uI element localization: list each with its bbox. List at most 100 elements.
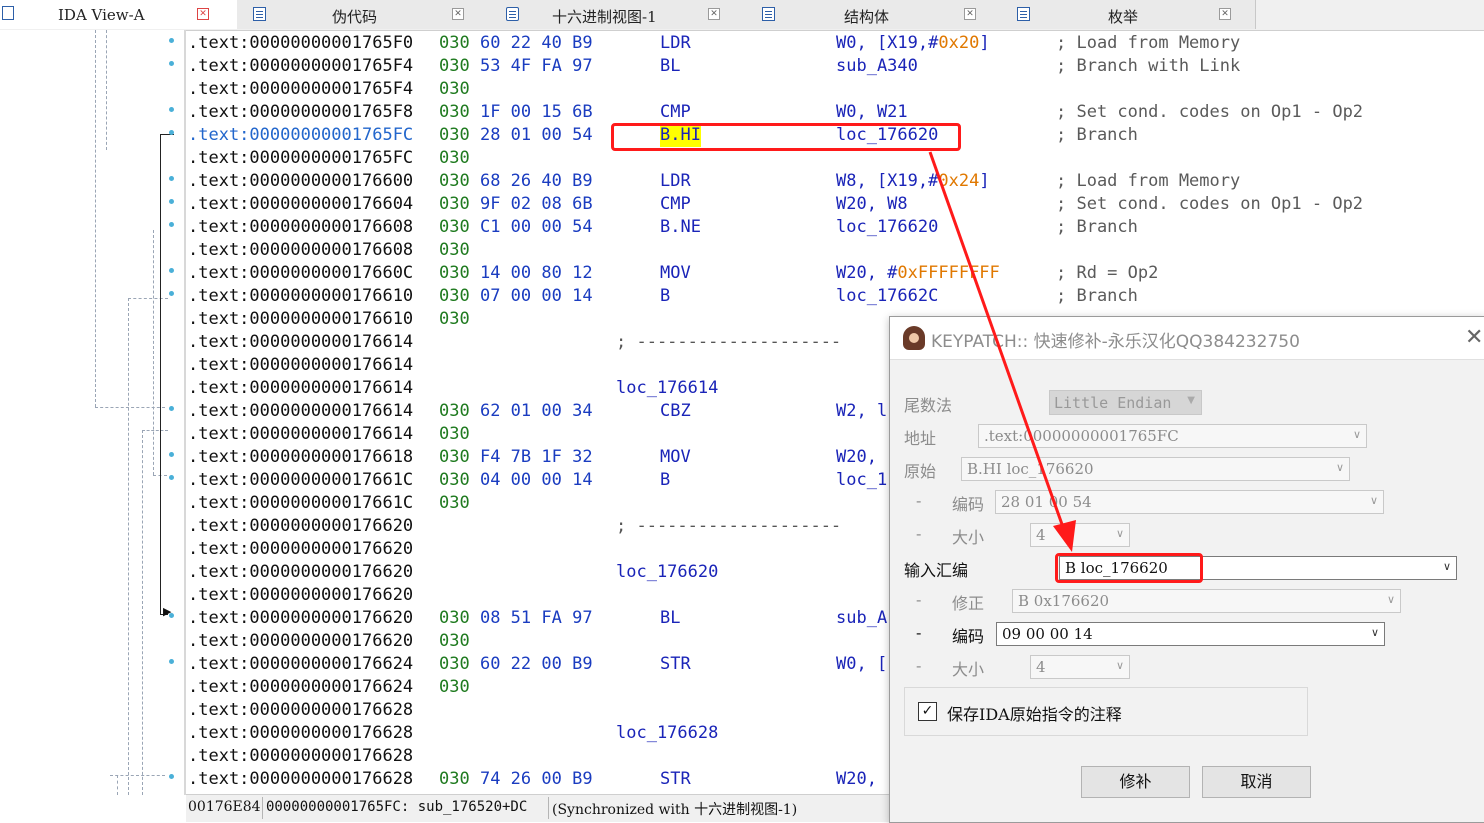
mnemonic: B.NE — [660, 217, 701, 237]
tab-pseudocode[interactable]: 伪代码 ✕ — [237, 0, 491, 29]
tab-ida-view-a[interactable]: IDA View-A ✕ — [0, 0, 238, 29]
dialog-titlebar[interactable]: KEYPATCH:: 快速修补-永乐汉化QQ384232750 ✕ — [890, 317, 1484, 360]
immediate-value: 0x24 — [938, 171, 980, 191]
comment: ; Rd = Op2 — [1056, 263, 1159, 283]
close-icon[interactable]: ✕ — [452, 8, 464, 20]
orig-size-label: 大小 — [952, 528, 985, 547]
listing-row[interactable]: .text:0000000000176608 030 — [188, 239, 1484, 262]
original-value: B.HI loc_176620 — [967, 460, 1094, 478]
segment-prefix: 030 — [439, 631, 470, 651]
orig-encoding-label: 编码 — [952, 495, 985, 514]
opcode-bytes: 14 00 80 12 — [479, 263, 593, 283]
close-icon[interactable]: ✕ — [964, 8, 976, 20]
new-encoding-field[interactable]: 09 00 00 14 ∨ — [996, 622, 1385, 646]
operands: W20, #0xFFFFFFFF — [836, 262, 1000, 285]
new-size-value: 4 — [1036, 658, 1046, 676]
operand-text: W0, [X19,# — [836, 33, 939, 53]
flow-arrows-gutter: ▶ — [0, 30, 186, 795]
opcode-bytes: 07 00 00 14 — [479, 286, 593, 306]
listing-row[interactable]: .text:0000000000176610 030 07 00 00 14 Blo… — [188, 285, 1484, 308]
keypatch-app-icon — [903, 326, 925, 350]
address-label: 地址 — [904, 429, 937, 448]
opcode-bytes: 04 00 00 14 — [479, 470, 593, 490]
cancel-button[interactable]: 取消 — [1202, 766, 1311, 798]
address: .text:00000000001765F4 — [188, 56, 414, 76]
address-field[interactable]: .text:00000000001765FC ∨ — [978, 424, 1367, 448]
status-sync: (Synchronized with 十六进制视图-1) — [552, 802, 798, 818]
address: .text:0000000000176620 — [188, 539, 414, 559]
address: .text:000000000017661C — [188, 470, 414, 490]
status-offset: 00176E84 — [188, 799, 261, 815]
mnemonic: STR — [660, 769, 691, 789]
segment-prefix: 030 — [439, 263, 470, 283]
enums-icon — [1017, 7, 1030, 21]
address: .text:0000000000176624 — [188, 654, 414, 674]
tab-hex-view[interactable]: 十六进制视图-1 ✕ — [490, 0, 747, 29]
endian-select[interactable]: Little Endian ▼ — [1049, 390, 1202, 415]
operand-suffix: ] — [979, 33, 990, 53]
segment-prefix: 030 — [439, 309, 470, 329]
close-icon[interactable]: ✕ — [1465, 325, 1483, 350]
segment-bytes: 030 — [439, 492, 470, 515]
fixup-value: B 0x176620 — [1018, 592, 1110, 610]
endian-value: Little Endian — [1054, 394, 1172, 412]
orig-size-field[interactable]: 4 ∨ — [1030, 523, 1130, 547]
mnemonic: BL — [660, 56, 681, 76]
address: .text:0000000000176628 — [188, 700, 414, 720]
new-size-field[interactable]: 4 ∨ — [1030, 655, 1130, 679]
address-value: .text:00000000001765FC — [984, 427, 1179, 445]
mnemonic: MOV — [660, 447, 691, 467]
listing-row[interactable]: .text:00000000001765F0 030 60 22 40 B9 LDR… — [188, 32, 1484, 55]
segment-bytes: 030 08 51 FA 97 — [439, 607, 593, 630]
listing-row[interactable]: .text:0000000000176600 030 68 26 40 B9 LDR… — [188, 170, 1484, 193]
segment-prefix: 030 — [439, 125, 470, 145]
tab-structures[interactable]: 结构体 ✕ — [746, 0, 1002, 29]
immediate-value: 0xFFFFFFFF — [897, 263, 1000, 283]
segment-bytes: 030 68 26 40 B9 — [439, 170, 593, 193]
patch-button[interactable]: 修补 — [1081, 766, 1190, 798]
address: .text:0000000000176604 — [188, 194, 414, 214]
listing-row[interactable]: .text:00000000001765F8 030 1F 00 15 6B CMP… — [188, 101, 1484, 124]
listing-row[interactable]: .text:0000000000176604 030 9F 02 08 6B CMP… — [188, 193, 1484, 216]
address: .text:000000000017660C — [188, 263, 414, 283]
address: .text:0000000000176624 — [188, 677, 414, 697]
hex-view-icon — [506, 7, 519, 21]
original-field[interactable]: B.HI loc_176620 ∨ — [961, 457, 1350, 481]
fixup-field[interactable]: B 0x176620 ∨ — [1012, 589, 1401, 613]
chevron-down-icon: ∨ — [1369, 494, 1378, 507]
segment-bytes: 030 — [439, 423, 470, 446]
listing-row[interactable]: .text:000000000017660C 030 14 00 80 12 MOV… — [188, 262, 1484, 285]
tab-bar: IDA View-A ✕ 伪代码 ✕ 十六进制视图-1 ✕ 结构体 ✕ 枚举 ✕ — [0, 0, 1484, 31]
listing-row[interactable]: .text:00000000001765F4 030 53 4F FA 97 BL s… — [188, 55, 1484, 78]
listing-row[interactable]: .text:00000000001765F4 030 — [188, 78, 1484, 101]
operands: W20, — [836, 768, 877, 791]
annotation-box-input — [1055, 553, 1203, 583]
keep-comment-checkbox[interactable]: ✓ — [918, 702, 937, 721]
close-icon[interactable]: ✕ — [708, 8, 720, 20]
mnemonic: CMP — [660, 102, 691, 122]
tab-enums[interactable]: 枚举 ✕ — [1001, 0, 1256, 29]
new-encoding-label: 编码 — [952, 627, 985, 646]
operand-text: W0, [ — [836, 654, 888, 674]
opcode-bytes: C1 00 00 54 — [479, 217, 593, 237]
address: .text:000000000017661C — [188, 493, 414, 513]
tab-label: 伪代码 — [332, 8, 378, 26]
opcode-bytes: 68 26 40 B9 — [479, 171, 593, 191]
address: .text:0000000000176620 — [188, 585, 414, 605]
operands: sub_A340 — [836, 55, 918, 78]
orig-encoding-field[interactable]: 28 01 00 54 ∨ — [995, 490, 1384, 514]
operands: W0, [X19,#0x20] — [836, 32, 990, 55]
address: .text:0000000000176600 — [188, 171, 414, 191]
listing-row[interactable]: .text:0000000000176608 030 C1 00 00 54 B.N… — [188, 216, 1484, 239]
chevron-down-icon: ∨ — [1115, 527, 1124, 540]
keep-comment-label: 保存IDA原始指令的注释 — [947, 705, 1122, 724]
address: .text:0000000000176610 — [188, 286, 414, 306]
operand-text: W20, — [836, 447, 877, 467]
operands: loc_1 — [836, 469, 887, 492]
close-icon[interactable]: ✕ — [197, 8, 209, 20]
orig-encoding-value: 28 01 00 54 — [1001, 493, 1092, 511]
operands: W8, [X19,#0x24] — [836, 170, 990, 193]
address: .text:00000000001765F0 — [188, 33, 414, 53]
segment-bytes: 030 62 01 00 34 — [439, 400, 593, 423]
close-icon[interactable]: ✕ — [1219, 8, 1231, 20]
